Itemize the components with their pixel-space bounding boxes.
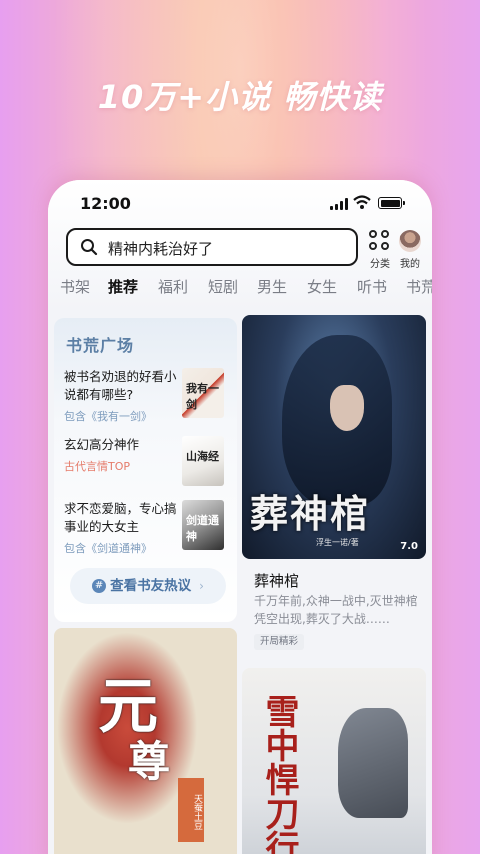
cover-face: [330, 385, 364, 431]
book-square-title: 书荒广场: [66, 336, 135, 355]
book-cover: 剑道通神: [182, 500, 224, 550]
cover-figure: [338, 708, 408, 818]
list-item-sub: 包含《剑道通神》: [64, 542, 152, 555]
tab-recommend[interactable]: 推荐: [108, 276, 138, 297]
featured-book-title[interactable]: 葬神棺: [254, 570, 299, 591]
cover-author: 浮生一诺/著: [316, 538, 359, 547]
search-query: 精神内耗治好了: [108, 240, 214, 258]
tab-bookshelf[interactable]: 书架: [60, 276, 90, 297]
hot-discussion-label: 查看书友热议: [110, 578, 192, 594]
list-item-sub: 包含《我有一剑》: [64, 410, 152, 423]
hashtag-icon: #: [92, 579, 107, 593]
featured-book-cover[interactable]: 葬神棺 浮生一诺/著 7.0: [242, 315, 426, 559]
phone-frame: 12:00 精神内耗治好了 分类 我的 书架 推荐 福利 短剧 男生 女生 听书…: [48, 180, 432, 854]
chevron-right-icon: ›: [199, 579, 204, 593]
avatar: [399, 230, 421, 252]
cover-text: 山海经: [186, 450, 219, 463]
book-cover-xuezhong[interactable]: 雪中悍刀行: [242, 668, 426, 854]
rating-badge: 7.0: [400, 541, 418, 552]
tab-male[interactable]: 男生: [257, 276, 287, 297]
featured-book-desc: 千万年前,众神一战中,灭世神棺凭空出现,葬灭了大战……: [254, 594, 418, 626]
tab-book-shortage[interactable]: 书荒: [406, 276, 432, 297]
status-bar: 12:00: [48, 194, 432, 214]
hot-discussion-button[interactable]: # 查看书友热议 ›: [70, 568, 226, 604]
cellular-signal-icon: [330, 198, 348, 210]
profile-button[interactable]: 我的: [395, 230, 425, 270]
tab-female[interactable]: 女生: [307, 276, 337, 297]
category-label: 分类: [370, 259, 390, 270]
battery-icon: [378, 197, 405, 209]
search-bar[interactable]: 精神内耗治好了: [66, 228, 358, 266]
cover-text: 剑道通神: [186, 514, 219, 543]
featured-book-tag: 开局精彩: [254, 634, 305, 650]
book-cover: 山海经: [182, 436, 224, 486]
tab-short-drama[interactable]: 短剧: [208, 276, 238, 297]
cover-title: 雪中悍刀行: [259, 694, 299, 854]
tab-bar: 书架 推荐 福利 短剧 男生 女生 听书 书荒: [48, 276, 432, 302]
status-time: 12:00: [80, 194, 131, 213]
grid-icon: [369, 230, 391, 252]
profile-label: 我的: [400, 259, 420, 270]
wifi-icon: [353, 195, 371, 209]
list-item-sub: 古代言情TOP: [64, 460, 131, 473]
list-item[interactable]: 玄幻高分神作 古代言情TOP 山海经: [64, 436, 234, 492]
cover-author-tag: 天蚕土豆: [178, 778, 204, 842]
cover-title: 葬神棺: [250, 491, 371, 536]
search-icon: [81, 239, 98, 256]
list-item-title: 被书名劝退的好看小说都有哪些?: [64, 369, 177, 402]
book-cover-yuanzun[interactable]: 元 尊 天蚕土豆: [54, 628, 237, 854]
book-cover: 我有一剑: [182, 368, 224, 418]
book-square-card: 书荒广场 被书名劝退的好看小说都有哪些? 包含《我有一剑》 我有一剑 玄幻高分神…: [54, 318, 237, 622]
tab-audiobook[interactable]: 听书: [357, 276, 387, 297]
category-button[interactable]: 分类: [365, 230, 395, 270]
cover-text: 我有一剑: [186, 382, 219, 411]
tab-welfare[interactable]: 福利: [158, 276, 188, 297]
cover-title-2: 尊: [128, 737, 171, 786]
list-item[interactable]: 被书名劝退的好看小说都有哪些? 包含《我有一剑》 我有一剑: [64, 368, 234, 424]
list-item[interactable]: 求不恋爱脑，专心搞事业的大女主 包含《剑道通神》 剑道通神: [64, 500, 234, 556]
promo-headline: 10万+小说 畅快读: [97, 78, 383, 116]
list-item-title: 求不恋爱脑，专心搞事业的大女主: [64, 501, 177, 534]
list-item-title: 玄幻高分神作: [64, 437, 140, 452]
